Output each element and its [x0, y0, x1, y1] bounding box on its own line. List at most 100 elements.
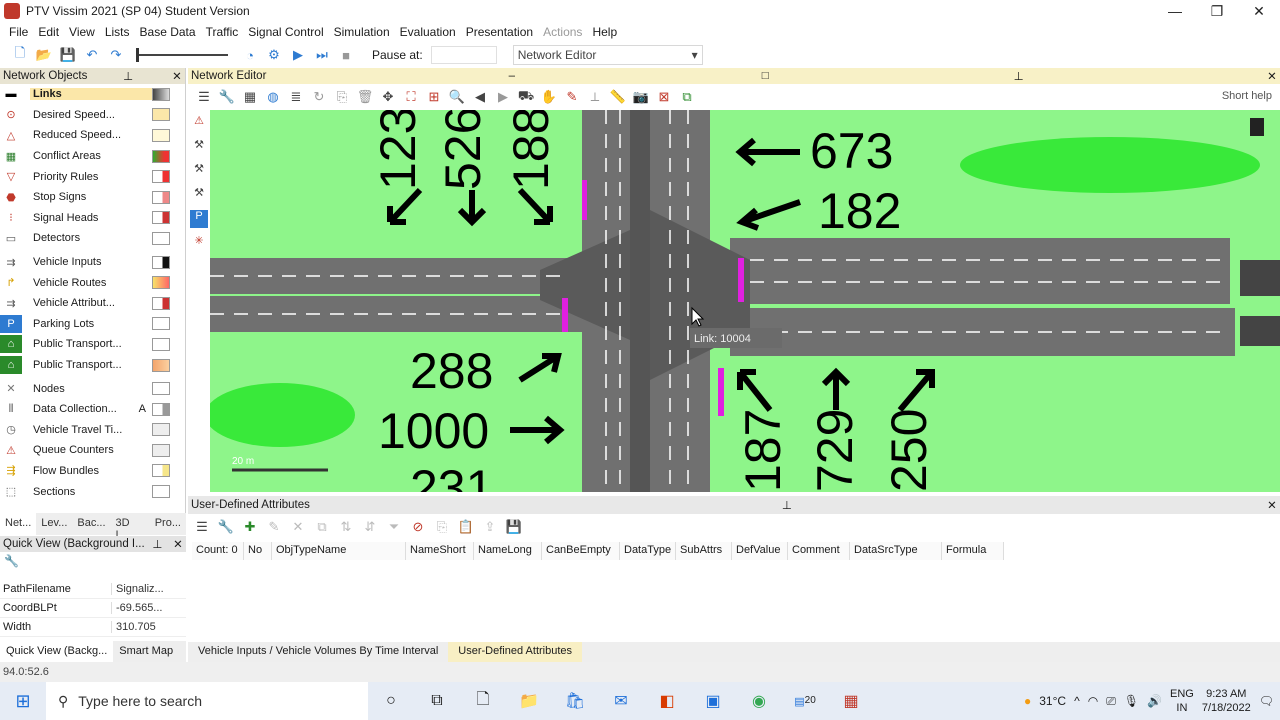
color-swatch[interactable] [152, 485, 170, 499]
minimize-button[interactable]: — [1154, 3, 1196, 19]
menu-evaluation[interactable]: Evaluation [395, 25, 461, 39]
zoom-all-icon[interactable]: ⛶ [401, 87, 421, 107]
col-datasrctype[interactable]: DataSrcType [850, 542, 942, 560]
vissim-app-icon[interactable]: ▣ [690, 691, 736, 711]
pencil-icon[interactable]: ✎ [562, 87, 582, 107]
color-swatch[interactable] [152, 443, 170, 457]
col-nameshort[interactable]: NameShort [406, 542, 474, 560]
color-swatch[interactable] [152, 108, 170, 122]
tool-icon[interactable]: ⚒ [190, 138, 208, 156]
zoom-icon[interactable]: 🔍 [447, 87, 467, 107]
pin-icon[interactable]: ⊥ [149, 537, 165, 551]
chevron-up-icon[interactable]: ^ [1074, 694, 1080, 708]
car-view-icon[interactable]: ⛟ [516, 87, 536, 107]
globe-icon[interactable]: ◍ [263, 87, 283, 107]
wrench-icon[interactable]: 🔧 [216, 517, 236, 537]
close-icon[interactable]: ✕ [1264, 69, 1280, 83]
menu-presentation[interactable]: Presentation [461, 25, 538, 39]
col-no[interactable]: No [244, 542, 272, 560]
tab-backgrounds[interactable]: Bac... [72, 513, 110, 535]
obj-vehicle-inputs[interactable]: ⇉ Vehicle Inputs [0, 252, 184, 273]
menu-edit[interactable]: Edit [33, 25, 64, 39]
col-defvalue[interactable]: DefValue [732, 542, 788, 560]
obj-desired-speed[interactable]: ⊙ Desired Speed... [0, 105, 184, 126]
color-swatch[interactable] [152, 276, 170, 290]
color-swatch[interactable] [152, 211, 170, 225]
weather-icon[interactable]: ● [1024, 694, 1031, 708]
layout-icon[interactable]: ☰ [192, 517, 212, 537]
wrench-icon[interactable]: 🔧 [217, 87, 237, 107]
layout-icon[interactable]: ☰ [194, 87, 214, 107]
color-swatch[interactable] [152, 170, 170, 184]
speedometer-icon[interactable]: ◔ [240, 45, 260, 65]
zoom-window-icon[interactable]: ⊞ [424, 87, 444, 107]
obj-flow-bundles[interactable]: ⇶ Flow Bundles [0, 461, 184, 482]
obj-queue-counters[interactable]: ⚠ Queue Counters [0, 440, 184, 461]
mail-icon[interactable]: ✉ [598, 691, 644, 711]
col-datatype[interactable]: DataType [620, 542, 676, 560]
obj-sections[interactable]: ⬚ Sections [0, 481, 184, 502]
color-swatch[interactable] [152, 255, 170, 269]
color-swatch[interactable] [152, 337, 170, 351]
menu-traffic[interactable]: Traffic [201, 25, 244, 39]
taskbar-search[interactable]: ⚲ Type here to search [46, 682, 368, 720]
chrome-icon[interactable]: ◉ [736, 691, 782, 711]
simulation-speed-slider[interactable] [136, 48, 228, 62]
clear-icon[interactable]: ⊠ [654, 87, 674, 107]
menu-signal-control[interactable]: Signal Control [243, 25, 328, 39]
color-swatch[interactable] [152, 402, 170, 416]
tab-quick-view[interactable]: Quick View (Backg... [0, 641, 114, 662]
language-indicator[interactable]: ENG IN [1170, 687, 1194, 715]
restore-button[interactable]: ❐ [1196, 3, 1238, 20]
screenshot-icon[interactable]: 📷 [631, 87, 651, 107]
volume-icon[interactable]: 🔊 [1147, 694, 1162, 708]
col-canbeempty[interactable]: CanBeEmpty [542, 542, 620, 560]
tool-icon[interactable]: ⚒ [190, 162, 208, 180]
menu-lists[interactable]: Lists [100, 25, 135, 39]
color-swatch[interactable] [152, 423, 170, 437]
grid-icon[interactable]: ▦ [240, 87, 260, 107]
tab-user-defined-attributes[interactable]: User-Defined Attributes [448, 642, 583, 662]
color-swatch[interactable] [152, 317, 170, 331]
close-icon[interactable]: ✕ [169, 69, 185, 83]
signal-widget-icon[interactable] [1250, 118, 1264, 136]
forward-icon[interactable]: ▶ [493, 87, 513, 107]
col-formula[interactable]: Formula [942, 542, 1004, 560]
measure-icon[interactable]: ⟂ [585, 87, 605, 107]
pan-icon[interactable]: ✥ [378, 87, 398, 107]
network-icon[interactable]: ⎚ [1106, 694, 1116, 709]
save-icon[interactable]: 💾 [504, 517, 524, 537]
step-icon[interactable]: ⏭ [312, 45, 332, 65]
microphone-icon[interactable]: 🎙 [1124, 694, 1139, 708]
menu-view[interactable]: View [64, 25, 100, 39]
menu-base-data[interactable]: Base Data [135, 25, 201, 39]
menu-simulation[interactable]: Simulation [329, 25, 395, 39]
col-objtypename[interactable]: ObjTypeName [272, 542, 406, 560]
short-help-link[interactable]: Short help [1222, 90, 1272, 102]
hand-icon[interactable]: ✋ [539, 87, 559, 107]
obj-nodes[interactable]: ✕ Nodes [0, 378, 184, 399]
obj-vehicle-travel-times[interactable]: ◷ Vehicle Travel Ti... [0, 420, 184, 441]
app-group-icon[interactable]: ▤ 20 [782, 695, 828, 708]
undo-icon[interactable]: ↶ [82, 45, 102, 65]
paste-icon[interactable]: 📋 [456, 517, 476, 537]
save-icon[interactable]: 💾 [58, 45, 78, 65]
maximize-icon[interactable]: □ [757, 70, 773, 82]
close-button[interactable]: ✕ [1238, 3, 1280, 20]
open-folder-icon[interactable]: 📂 [34, 45, 54, 65]
color-swatch[interactable] [152, 358, 170, 372]
menu-actions[interactable]: Actions [538, 25, 587, 39]
obj-parking-lots[interactable]: P Parking Lots [0, 314, 184, 335]
pin-icon[interactable]: ⊥ [1011, 69, 1027, 83]
close-icon[interactable]: ✕ [170, 537, 186, 551]
list-icon[interactable]: ≣ [286, 87, 306, 107]
ruler-icon[interactable]: 📏 [608, 87, 628, 107]
pause-at-input[interactable] [430, 46, 497, 64]
obj-signal-heads[interactable]: ⁝ Signal Heads [0, 208, 184, 229]
tab-vehicle-inputs[interactable]: Vehicle Inputs / Vehicle Volumes By Time… [188, 642, 448, 662]
sort-desc-icon[interactable]: ⇵ [360, 517, 380, 537]
menu-help[interactable]: Help [587, 25, 622, 39]
delete-icon[interactable]: 🗑 [355, 87, 375, 107]
settings-icon[interactable]: ⚙ [264, 45, 284, 65]
minimize-icon[interactable]: – [504, 70, 520, 82]
